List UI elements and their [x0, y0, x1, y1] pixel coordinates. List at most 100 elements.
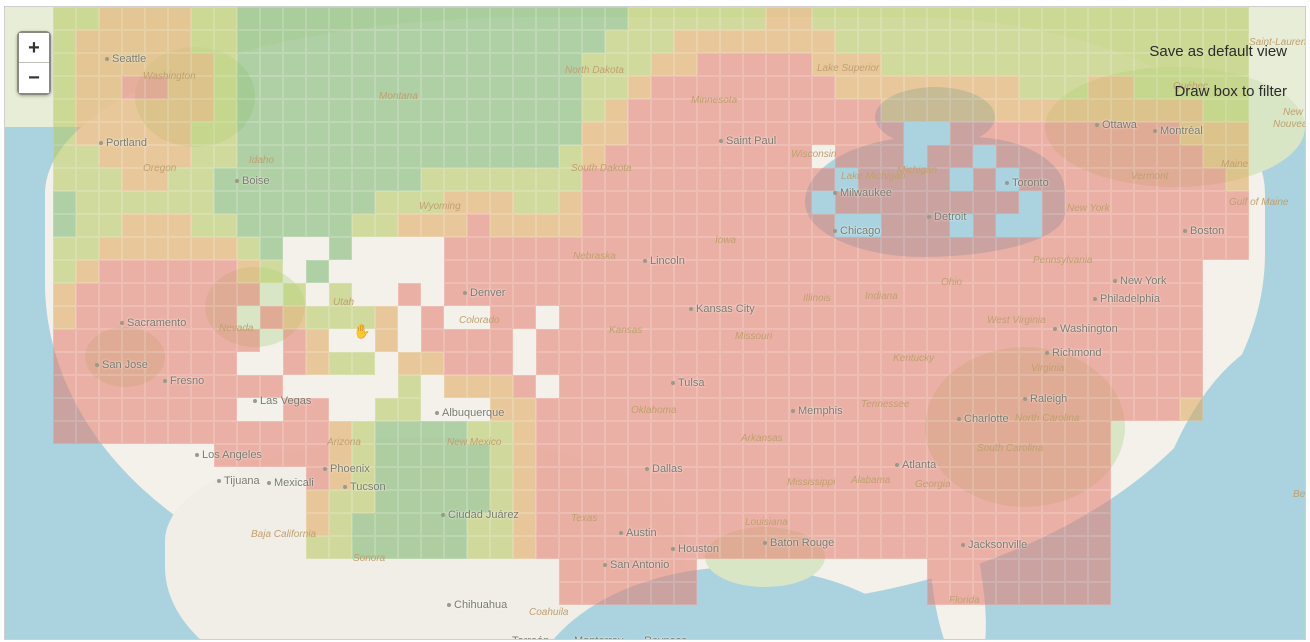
heatmap-cell [490, 260, 513, 283]
heatmap-cell [214, 306, 237, 329]
heatmap-cell [76, 283, 99, 306]
heatmap-cell [973, 237, 996, 260]
heatmap-cell [651, 467, 674, 490]
heatmap-cell [513, 145, 536, 168]
heatmap-cell [536, 467, 559, 490]
heatmap-cell [513, 375, 536, 398]
heatmap-cell [697, 329, 720, 352]
heatmap-cell [283, 145, 306, 168]
heatmap-cell [1157, 306, 1180, 329]
heatmap-cell [559, 513, 582, 536]
heatmap-cell [490, 76, 513, 99]
heatmap-cell [766, 306, 789, 329]
heatmap-cell [904, 191, 927, 214]
heatmap-cell [1180, 191, 1203, 214]
heatmap-cell [858, 398, 881, 421]
heatmap-cell [306, 536, 329, 559]
heatmap-cell [651, 53, 674, 76]
heatmap-cell [306, 191, 329, 214]
heatmap-cell [559, 122, 582, 145]
heatmap-cell [283, 30, 306, 53]
zoom-out-button[interactable]: − [19, 63, 49, 93]
heatmap-cell [789, 191, 812, 214]
heatmap-cell [191, 329, 214, 352]
heatmap-cell [582, 444, 605, 467]
heatmap-cell [720, 421, 743, 444]
heatmap-cell [559, 76, 582, 99]
heatmap-cell [1088, 145, 1111, 168]
heatmap-cell [145, 260, 168, 283]
heatmap-cell [1019, 99, 1042, 122]
heatmap-cell [76, 30, 99, 53]
heatmap-cell [835, 283, 858, 306]
heatmap-cell [490, 467, 513, 490]
map-viewport[interactable]: SeattlePortlandBoiseSacramentoSan JoseFr… [4, 6, 1306, 640]
heatmap-cell [168, 30, 191, 53]
heatmap-cell [329, 168, 352, 191]
heatmap-cell [858, 283, 881, 306]
heatmap-cell [743, 76, 766, 99]
heatmap-cell [1088, 559, 1111, 582]
heatmap-cell [1157, 237, 1180, 260]
heatmap-cell [559, 168, 582, 191]
heatmap-cell [789, 76, 812, 99]
heatmap-cell [1088, 398, 1111, 421]
heatmap-cell [697, 283, 720, 306]
heatmap-cell [1203, 214, 1226, 237]
heatmap-cell [490, 306, 513, 329]
heatmap-cell [444, 375, 467, 398]
heatmap-cell [904, 30, 927, 53]
heatmap-cell [720, 513, 743, 536]
heatmap-cell [76, 122, 99, 145]
heatmap-cell [1180, 214, 1203, 237]
heatmap-cell [743, 398, 766, 421]
heatmap-cell [421, 490, 444, 513]
heatmap-cell [168, 76, 191, 99]
heatmap-cell [329, 214, 352, 237]
heatmap-cell [53, 421, 76, 444]
heatmap-cell [352, 214, 375, 237]
heatmap-cell [559, 237, 582, 260]
heatmap-cell [191, 191, 214, 214]
heatmap-cell [835, 398, 858, 421]
heatmap-cell [1180, 99, 1203, 122]
heatmap-cell [1019, 559, 1042, 582]
heatmap-cell [1019, 122, 1042, 145]
heatmap-cell [1065, 122, 1088, 145]
heatmap-cell [789, 513, 812, 536]
heatmap-cell [237, 76, 260, 99]
heatmap-cell [1042, 191, 1065, 214]
heatmap-cell [973, 559, 996, 582]
heatmap-cell [329, 76, 352, 99]
heatmap-cell [1065, 421, 1088, 444]
heatmap-cell [260, 444, 283, 467]
heatmap-cell [743, 513, 766, 536]
draw-box-filter-link[interactable]: Draw box to filter [1170, 81, 1291, 102]
heatmap-cell [605, 168, 628, 191]
heatmap-cell [467, 444, 490, 467]
heatmap-cell [283, 444, 306, 467]
save-default-view-link[interactable]: Save as default view [1145, 41, 1291, 62]
heatmap-cell [973, 329, 996, 352]
heatmap-cell [76, 306, 99, 329]
heatmap-cell [237, 99, 260, 122]
heatmap-cell [1180, 329, 1203, 352]
heatmap-cell [651, 536, 674, 559]
heatmap-cell [605, 53, 628, 76]
heatmap-cell [329, 237, 352, 260]
heatmap-cell [168, 421, 191, 444]
heatmap-cell [582, 168, 605, 191]
heatmap-cell [260, 306, 283, 329]
heatmap-cell [1157, 145, 1180, 168]
heatmap-cell [99, 398, 122, 421]
zoom-in-button[interactable]: + [19, 33, 49, 63]
heatmap-cell [1226, 122, 1249, 145]
heatmap-cell [283, 122, 306, 145]
heatmap-cell [1203, 145, 1226, 168]
heatmap-overlay [5, 7, 1305, 639]
heatmap-cell [674, 306, 697, 329]
heatmap-cell [1180, 375, 1203, 398]
heatmap-cell [53, 352, 76, 375]
heatmap-cell [858, 76, 881, 99]
heatmap-cell [950, 283, 973, 306]
